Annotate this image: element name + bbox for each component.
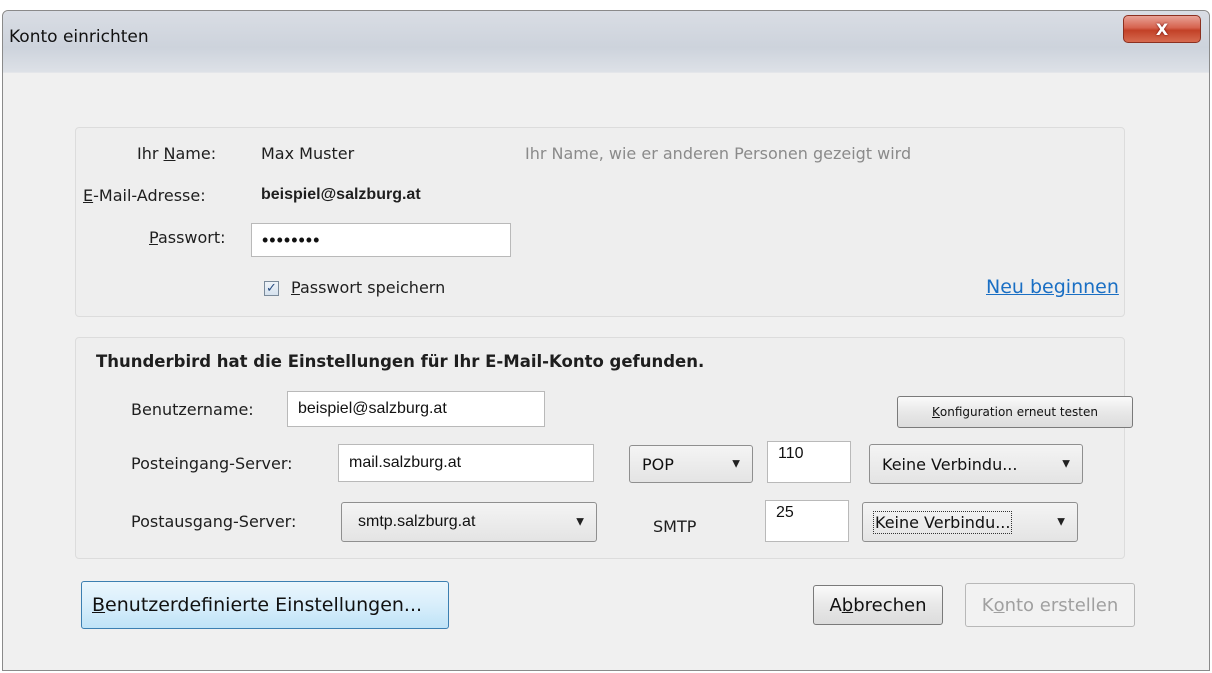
remember-password-checkbox[interactable]: ✓ (264, 281, 279, 296)
create-account-button[interactable]: Ko nto erstellen (965, 583, 1135, 627)
username-field[interactable]: beispiel@salzburg.at (287, 391, 545, 427)
close-icon: X (1155, 19, 1169, 39)
chevron-down-icon: ▼ (732, 458, 740, 470)
incoming-protocol-value: POP (642, 454, 674, 474)
dialog-title: Konto einrichten (9, 27, 149, 47)
name-value[interactable]: Max Muster (261, 144, 354, 163)
incoming-port-field[interactable]: 110 (767, 441, 851, 483)
email-value[interactable]: beispiel@salzburg.at (261, 186, 421, 204)
restart-link[interactable]: Neu beginnen (986, 276, 1119, 298)
close-button[interactable]: X (1123, 15, 1201, 43)
username-value: beispiel@salzburg.at (298, 400, 447, 417)
chevron-down-icon: ▼ (1062, 458, 1070, 470)
incoming-server-value: mail.salzburg.at (349, 454, 462, 471)
advanced-settings-button[interactable]: Benutzerdefinierte Einstellungen... (81, 581, 449, 629)
password-value: •••••••• (262, 229, 321, 250)
password-label: Passwort: (149, 228, 226, 247)
retest-config-button[interactable]: Konfiguration erneut testen (897, 396, 1133, 428)
incoming-port-value: 110 (778, 445, 804, 462)
chevron-down-icon: ▼ (576, 516, 584, 528)
name-label: Ihr Name: (137, 144, 217, 163)
incoming-server-field[interactable]: mail.salzburg.at (338, 444, 594, 482)
email-label: E-Mail-Adresse: (83, 186, 206, 205)
outgoing-protocol-label: SMTP (653, 517, 697, 536)
title-bar: Konto einrichten X (3, 11, 1209, 73)
password-field[interactable]: •••••••• (251, 223, 511, 257)
username-label: Benutzername: (131, 400, 254, 419)
outgoing-security-value: Keine Verbindu... (872, 510, 1013, 534)
outgoing-server-label: Postausgang-Server: (131, 512, 297, 531)
config-found-message: Thunderbird hat die Einstellungen für Ih… (96, 352, 705, 371)
name-hint: Ihr Name, wie er anderen Personen gezeig… (525, 144, 912, 163)
incoming-security-value: Keine Verbindu... (882, 454, 1018, 474)
incoming-protocol-select[interactable]: POP ▼ (629, 445, 753, 483)
outgoing-port-value: 25 (776, 504, 794, 521)
outgoing-security-select[interactable]: Keine Verbindu... ▼ (862, 502, 1078, 542)
incoming-server-label: Posteingang-Server: (131, 454, 293, 473)
remember-password-label[interactable]: Passwort speichern (291, 278, 445, 297)
outgoing-server-select[interactable]: smtp.salzburg.at ▼ (341, 502, 597, 542)
account-setup-dialog: Konto einrichten X Ihr Name: Max Muster … (2, 10, 1210, 671)
dialog-content: Ihr Name: Max Muster Ihr Name, wie er an… (9, 73, 1203, 664)
outgoing-server-value: smtp.salzburg.at (358, 513, 476, 530)
cancel-button[interactable]: Ab brechen (813, 585, 943, 625)
outgoing-port-field[interactable]: 25 (765, 500, 849, 542)
incoming-security-select[interactable]: Keine Verbindu... ▼ (869, 444, 1083, 484)
chevron-down-icon: ▼ (1057, 516, 1065, 528)
